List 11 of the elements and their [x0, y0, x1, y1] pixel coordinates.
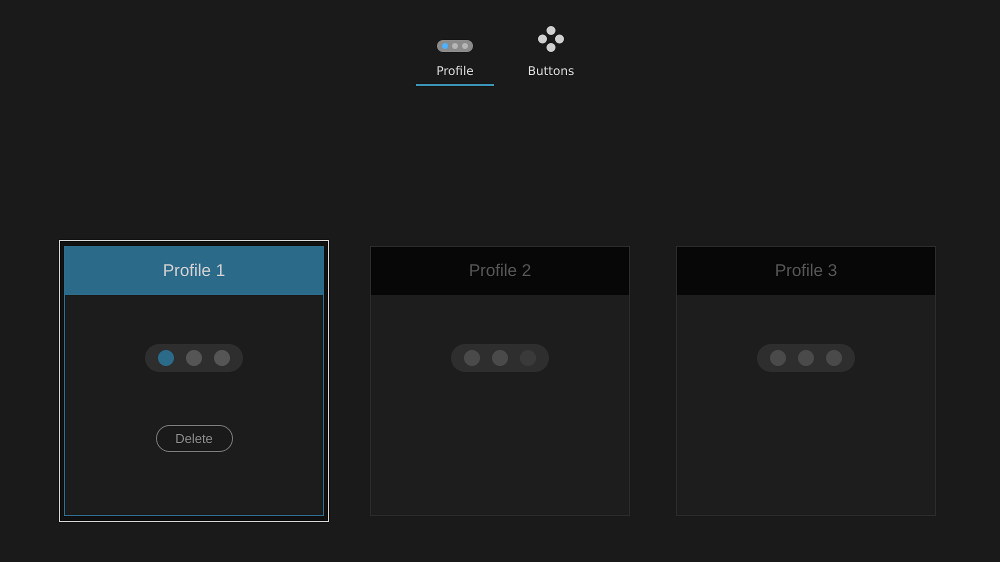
profile-card[interactable]: Profile 3 — [676, 246, 936, 516]
profile-card[interactable]: Profile 1 Delete — [64, 246, 324, 516]
tab[interactable]: Profile — [416, 26, 494, 86]
profile-title: Profile 3 — [774, 261, 838, 281]
profile-title: Profile 1 — [162, 261, 226, 281]
tab[interactable]: Buttons — [512, 26, 590, 86]
delete-button[interactable]: Delete — [156, 425, 232, 452]
profile-title: Profile 2 — [468, 261, 532, 281]
profile-card[interactable]: Profile 2 — [370, 246, 630, 516]
toggle-icon — [437, 40, 473, 52]
gamepad-buttons-icon — [538, 26, 564, 52]
